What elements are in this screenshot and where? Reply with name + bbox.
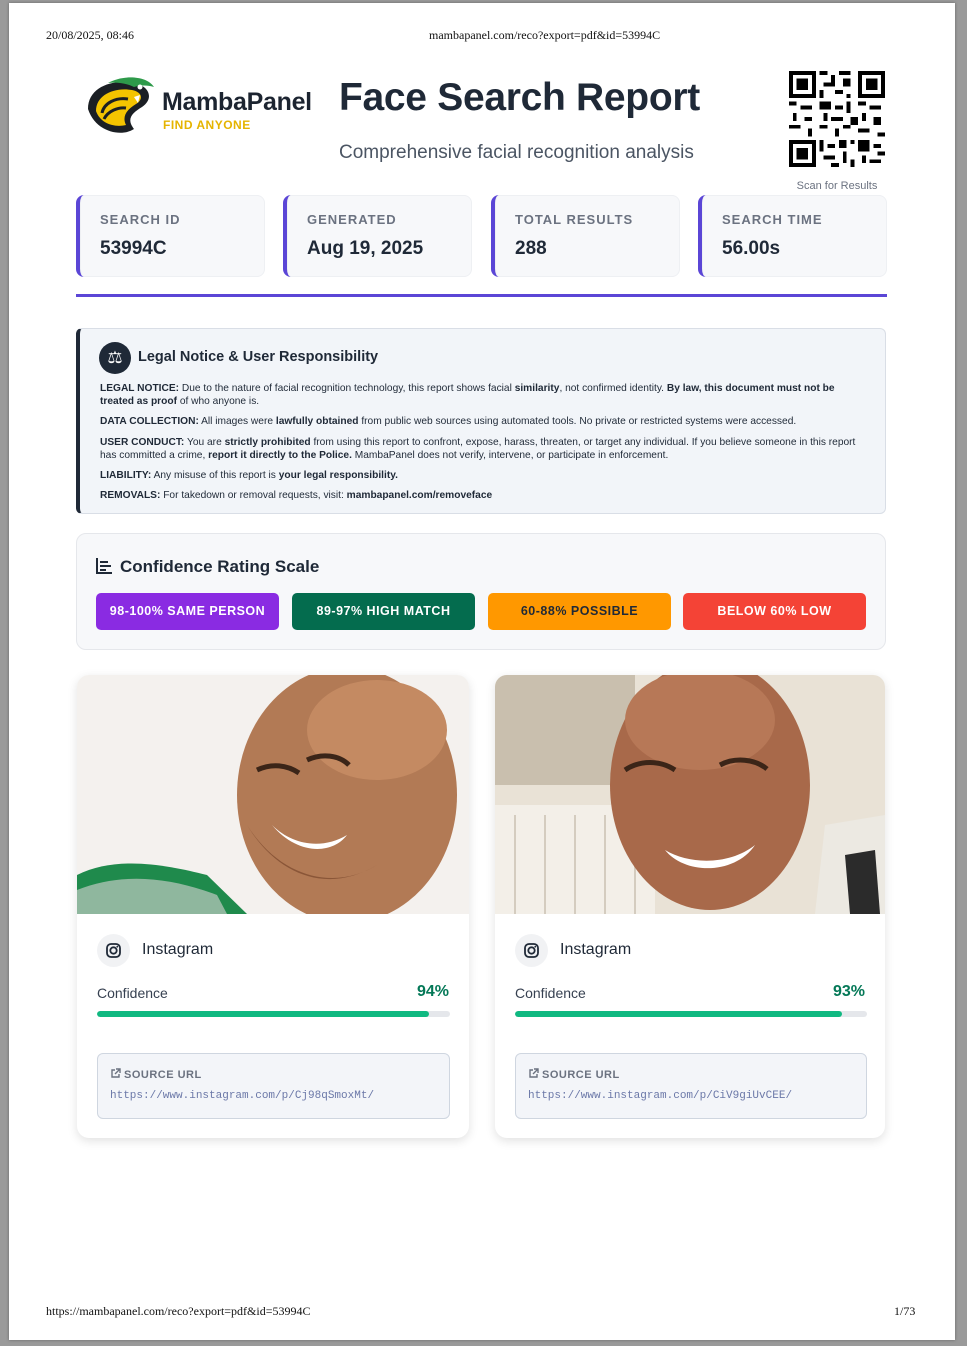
confidence-bar: [515, 1011, 867, 1017]
source-label: SOURCE URL: [528, 1068, 620, 1081]
stat-value: 53994C: [100, 238, 167, 259]
badge-low: BELOW 60% LOW: [683, 593, 866, 630]
platform-name: Instagram: [560, 941, 632, 958]
legal-title: Legal Notice & User Responsibility: [138, 349, 379, 365]
page-number: 1/73: [894, 1304, 916, 1318]
badge-possible: 60-88% POSSIBLE: [488, 593, 671, 630]
legal-notice: ⚖ Legal Notice & User Responsibility LEG…: [76, 328, 886, 514]
result-photo[interactable]: [77, 675, 469, 914]
qr-caption: Scan for Results: [796, 180, 878, 192]
platform-name: Instagram: [142, 941, 214, 958]
instagram-icon: [97, 934, 130, 967]
legal-paragraph: LIABILITY: Any misuse of this report is …: [100, 470, 398, 481]
stat-label: GENERATED: [307, 212, 397, 227]
confidence-value: 94%: [416, 983, 449, 1000]
bar-chart-icon: [96, 557, 113, 579]
confidence-label: Confidence: [515, 985, 586, 1001]
source-url-link[interactable]: https://www.instagram.com/p/Cj98qSmoxMt/: [110, 1090, 374, 1102]
stat-generated: GENERATED Aug 19, 2025: [283, 195, 472, 277]
print-datetime: 20/08/2025, 08:46: [46, 28, 135, 42]
brand-logo: MambaPanel FIND ANYONE: [82, 73, 317, 139]
legal-paragraph: USER CONDUCT: You are strictly prohibite…: [100, 437, 856, 461]
badge-high-match: 89-97% HIGH MATCH: [292, 593, 475, 630]
page-title: Face Search Report: [339, 76, 700, 119]
stat-value: 56.00s: [722, 238, 781, 259]
stat-value: 288: [515, 238, 547, 259]
print-footer-url: https://mambapanel.com/reco?export=pdf&i…: [46, 1304, 311, 1318]
stat-total-results: TOTAL RESULTS 288: [491, 195, 680, 277]
scales-icon: ⚖: [99, 342, 131, 374]
stat-label: SEARCH TIME: [722, 212, 823, 227]
legal-paragraph: LEGAL NOTICE: Due to the nature of facia…: [100, 383, 835, 407]
stat-label: SEARCH ID: [100, 212, 181, 227]
stat-search-time: SEARCH TIME 56.00s: [698, 195, 887, 277]
confidence-value: 93%: [832, 983, 865, 1000]
result-photo[interactable]: [495, 675, 885, 914]
stat-value: Aug 19, 2025: [307, 238, 424, 259]
result-card: Instagram Confidence 93% SOURCE URL http…: [495, 675, 885, 1138]
confidence-bar-fill: [97, 1011, 429, 1017]
brand-name: MambaPanel: [162, 88, 312, 116]
source-url-box: SOURCE URL https://www.instagram.com/p/C…: [97, 1053, 450, 1119]
confidence-label: Confidence: [97, 985, 168, 1001]
page-subtitle: Comprehensive facial recognition analysi…: [339, 142, 694, 163]
report-page: 20/08/2025, 08:46 mambapanel.com/reco?ex…: [9, 3, 955, 1340]
source-url-box: SOURCE URL https://www.instagram.com/p/C…: [515, 1053, 867, 1119]
source-url-link[interactable]: https://www.instagram.com/p/CiV9giUvCEE/: [528, 1090, 792, 1102]
qr-code-icon[interactable]: [789, 71, 885, 167]
snake-logo-icon: [88, 77, 154, 133]
legal-paragraph: REMOVALS: For takedown or removal reques…: [100, 490, 493, 501]
legal-paragraph: DATA COLLECTION: All images were lawfull…: [100, 416, 797, 427]
header-divider: [76, 294, 887, 297]
confidence-scale: Confidence Rating Scale 98-100% SAME PER…: [76, 533, 886, 650]
source-label: SOURCE URL: [110, 1068, 202, 1081]
instagram-icon: [515, 934, 548, 967]
brand-tagline: FIND ANYONE: [163, 118, 251, 132]
confidence-bar: [97, 1011, 450, 1017]
print-url: mambapanel.com/reco?export=pdf&id=53994C: [429, 28, 661, 42]
scale-title: Confidence Rating Scale: [120, 557, 320, 576]
external-link-icon: [529, 1068, 539, 1078]
confidence-bar-fill: [515, 1011, 843, 1017]
external-link-icon: [111, 1068, 121, 1078]
stat-label: TOTAL RESULTS: [515, 212, 634, 227]
badge-same-person: 98-100% SAME PERSON: [96, 593, 279, 630]
result-card: Instagram Confidence 94% SOURCE URL http…: [77, 675, 469, 1138]
stat-search-id: SEARCH ID 53994C: [76, 195, 265, 277]
